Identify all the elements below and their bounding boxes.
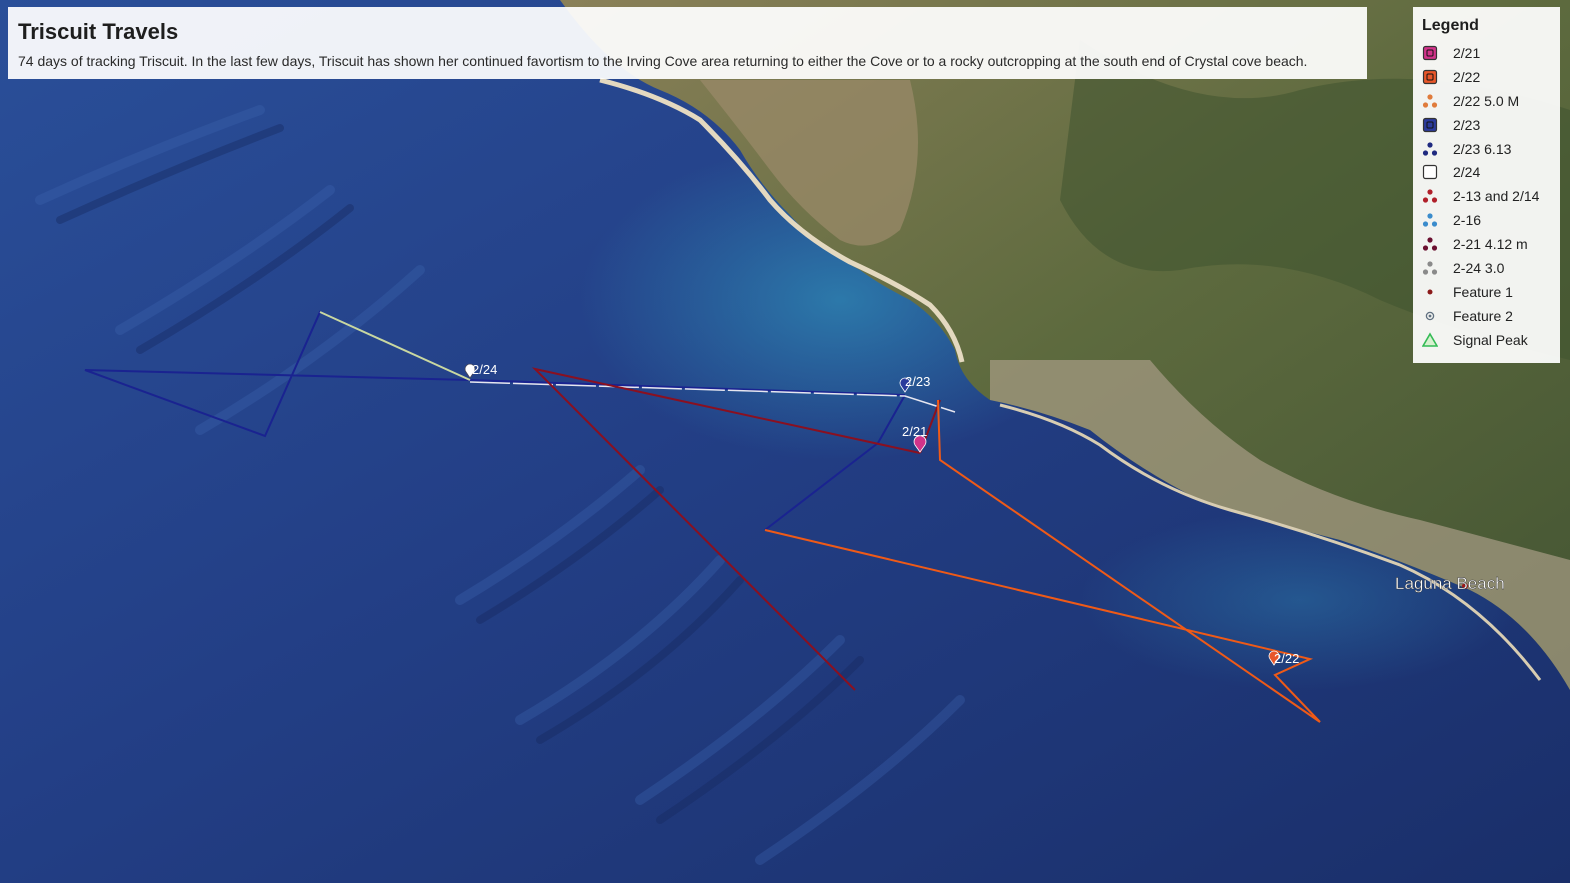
legend-item-label: 2/22 5.0 M — [1453, 92, 1520, 109]
legend-item-label: Signal Peak — [1453, 331, 1528, 348]
legend-item[interactable]: Feature 2 — [1422, 304, 1551, 328]
marker-label-2-24: 2/24 — [472, 362, 497, 377]
legend-item-label: 2/23 — [1453, 116, 1481, 133]
legend-item-label: 2/24 — [1453, 164, 1481, 181]
legend-item-label: 2/23 6.13 — [1453, 140, 1512, 157]
legend-line-track-icon — [1422, 141, 1438, 157]
legend-line-track-icon — [1422, 260, 1438, 276]
legend-item-label: Feature 1 — [1453, 283, 1513, 300]
legend-item[interactable]: 2-24 3.0 — [1422, 256, 1551, 280]
legend-item[interactable]: 2/21 — [1422, 41, 1551, 65]
legend-item-label: 2-13 and 2/14 — [1453, 188, 1540, 205]
satellite-map[interactable]: 2/24 2/23 2/21 2/22 Laguna Beach — [0, 0, 1570, 883]
legend-item[interactable]: 2/23 — [1422, 113, 1551, 137]
marker-2-24[interactable]: 2/24 — [464, 362, 497, 379]
legend-item[interactable]: 2-13 and 2/14 — [1422, 184, 1551, 208]
legend-item-label: 2-16 — [1453, 212, 1482, 229]
legend-item[interactable]: Signal Peak — [1422, 328, 1551, 352]
legend-title: Legend — [1422, 17, 1479, 34]
legend-item-label: 2-21 4.12 m — [1453, 236, 1528, 253]
marker-label-2-21: 2/21 — [902, 424, 927, 439]
legend-item[interactable]: 2/23 6.13 — [1422, 137, 1551, 161]
legend-pin-square-icon — [1422, 45, 1438, 61]
legend-line-track-icon — [1422, 212, 1438, 228]
legend-panel: Legend 2/21 2/22 2/22 5.0 M 2/23 2/23 6.13 2/… — [1413, 7, 1560, 363]
title-panel: Triscuit Travels 74 days of tracking Tri… — [8, 7, 1367, 79]
legend-item[interactable]: 2/22 — [1422, 65, 1551, 89]
legend-item-label: Feature 2 — [1453, 307, 1513, 324]
marker-label-2-22: 2/22 — [1274, 651, 1299, 666]
legend-pin-square-icon — [1422, 69, 1438, 85]
map-title: Triscuit Travels — [18, 19, 179, 44]
legend-item[interactable]: 2-21 4.12 m — [1422, 232, 1551, 256]
legend-item[interactable]: Feature 1 — [1422, 280, 1551, 304]
legend-item-label: 2/21 — [1453, 44, 1481, 61]
legend-triangle-icon — [1422, 332, 1438, 348]
marker-2-22[interactable]: 2/22 — [1268, 650, 1299, 666]
legend-pin-square-icon — [1422, 164, 1438, 180]
legend-ring-dot-icon — [1422, 308, 1438, 324]
legend-item-label: 2-24 3.0 — [1453, 259, 1505, 276]
legend-item-label: 2/22 — [1453, 68, 1481, 85]
legend-line-track-icon — [1422, 236, 1438, 252]
legend-item[interactable]: 2-16 — [1422, 208, 1551, 232]
marker-label-2-23: 2/23 — [905, 374, 930, 389]
legend-line-track-icon — [1422, 93, 1438, 109]
legend-line-track-icon — [1422, 188, 1438, 204]
legend-dot-icon — [1422, 284, 1438, 300]
legend-item[interactable]: 2/24 — [1422, 160, 1551, 184]
town-label-laguna-beach: Laguna Beach — [1395, 574, 1505, 593]
map-description: 74 days of tracking Triscuit. In the las… — [18, 53, 1308, 69]
legend-pin-square-icon — [1422, 117, 1438, 133]
legend-item[interactable]: 2/22 5.0 M — [1422, 89, 1551, 113]
